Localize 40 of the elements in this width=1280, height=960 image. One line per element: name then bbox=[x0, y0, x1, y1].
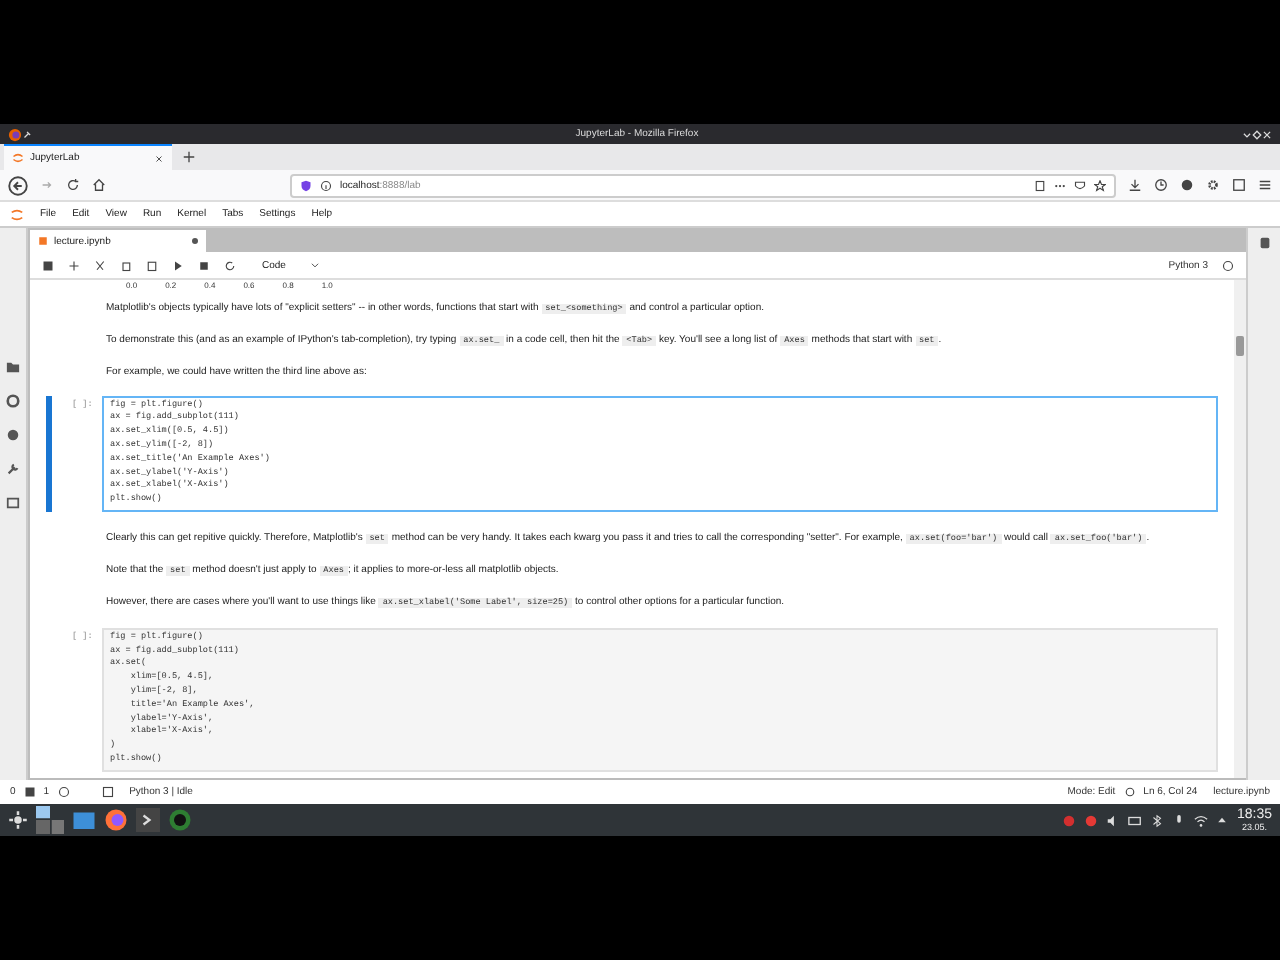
active-cell-marker bbox=[46, 395, 52, 513]
desktop-pager-icon[interactable] bbox=[36, 806, 64, 834]
clock-icon[interactable] bbox=[1154, 178, 1168, 192]
menu-icon[interactable] bbox=[1258, 178, 1272, 192]
pocket-icon[interactable] bbox=[1074, 179, 1086, 191]
stop-icon[interactable] bbox=[198, 259, 210, 271]
pin-icon[interactable] bbox=[22, 129, 32, 139]
reload-icon[interactable] bbox=[66, 178, 80, 192]
star-icon[interactable] bbox=[1094, 179, 1106, 191]
firefox-icon[interactable] bbox=[8, 127, 22, 141]
cut-icon[interactable] bbox=[94, 259, 106, 271]
record-icon[interactable] bbox=[1062, 813, 1077, 827]
new-tab-icon[interactable] bbox=[182, 150, 196, 164]
battery-icon[interactable] bbox=[1128, 813, 1143, 827]
jupyter-icon[interactable] bbox=[12, 152, 24, 164]
restart-icon[interactable] bbox=[224, 259, 236, 271]
wrench-icon[interactable] bbox=[6, 462, 20, 476]
download-icon[interactable] bbox=[1128, 178, 1142, 192]
back-icon[interactable] bbox=[8, 175, 28, 195]
jupyter-logo-icon[interactable] bbox=[10, 207, 24, 221]
expand-tray-icon[interactable] bbox=[1216, 814, 1229, 826]
file-manager-icon[interactable] bbox=[72, 808, 96, 832]
close-icon[interactable] bbox=[154, 153, 164, 163]
firefox-icon[interactable] bbox=[104, 808, 128, 832]
run-icon[interactable] bbox=[172, 259, 184, 271]
minimize-icon[interactable] bbox=[1242, 129, 1252, 139]
caret-icon[interactable] bbox=[309, 260, 320, 270]
kernel-status-icon[interactable] bbox=[1222, 259, 1234, 271]
app-launcher-icon[interactable] bbox=[8, 810, 28, 830]
scrollbar[interactable] bbox=[1234, 280, 1246, 778]
wifi-icon[interactable] bbox=[1194, 813, 1209, 827]
shield-icon[interactable] bbox=[300, 179, 312, 191]
notebook-icon[interactable] bbox=[38, 236, 48, 246]
maximize-icon[interactable] bbox=[1252, 129, 1262, 139]
folder-icon[interactable] bbox=[6, 360, 20, 374]
save-icon[interactable] bbox=[42, 259, 54, 271]
home-icon[interactable] bbox=[92, 178, 106, 192]
info-icon[interactable] bbox=[320, 179, 332, 191]
add-icon[interactable] bbox=[68, 259, 80, 271]
bluetooth-icon[interactable] bbox=[1150, 813, 1165, 827]
